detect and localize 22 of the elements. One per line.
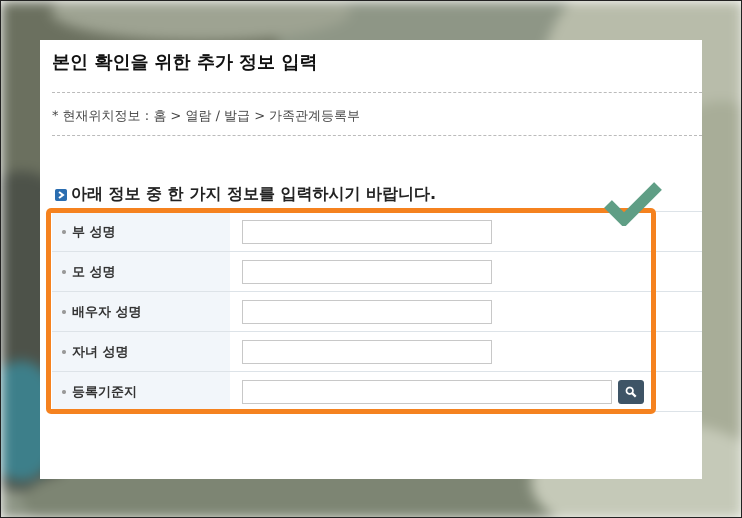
input-field[interactable] (242, 380, 612, 404)
bullet-icon (62, 390, 66, 394)
bullet-icon (62, 270, 66, 274)
bullet-icon (62, 350, 66, 354)
search-button[interactable] (618, 380, 644, 404)
page-title: 본인 확인을 위한 추가 정보 입력 (52, 51, 318, 75)
input-field[interactable] (242, 300, 492, 324)
checkmark-icon (604, 180, 664, 226)
field-label: 부 성명 (72, 224, 116, 240)
field-label: 등록기준지 (72, 384, 137, 400)
input-field[interactable] (242, 340, 492, 364)
input-field[interactable] (242, 260, 492, 284)
field-label: 자녀 성명 (72, 344, 129, 360)
bullet-icon (62, 310, 66, 314)
breadcrumb: * 현재위치정보 : 홈 > 열람 / 발급 > 가족관계등록부 (52, 109, 360, 124)
bullet-icon (62, 230, 66, 234)
field-label: 모 성명 (72, 264, 116, 280)
search-icon (625, 386, 637, 398)
section-heading: 아래 정보 중 한 가지 정보를 입력하시기 바랍니다. (71, 184, 436, 205)
arrow-icon (55, 188, 67, 200)
field-label: 배우자 성명 (72, 304, 142, 320)
input-field[interactable] (242, 220, 492, 244)
